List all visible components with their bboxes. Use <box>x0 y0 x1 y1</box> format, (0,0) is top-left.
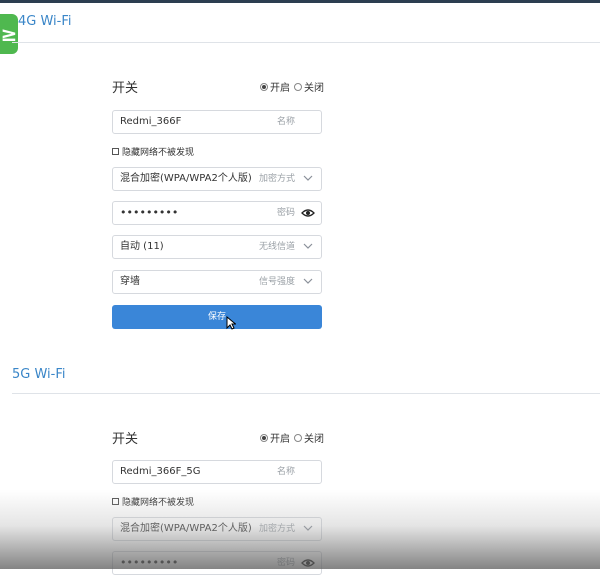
radio-on-label: 开启 <box>270 434 290 445</box>
switch-radio-group: 开启 关闭 <box>260 430 328 445</box>
ssid-placeholder: 名称 <box>276 117 295 127</box>
section-divider <box>12 42 600 43</box>
eye-icon[interactable] <box>301 208 315 218</box>
save-button[interactable]: 保存 <box>112 305 322 329</box>
chevron-down-icon <box>303 525 313 531</box>
password-placeholder: 密码 <box>276 558 295 568</box>
chevron-down-icon <box>303 175 313 181</box>
eye-icon[interactable] <box>301 558 315 568</box>
radio-on-label: 开启 <box>270 83 290 94</box>
switch-label: 开关 <box>112 432 139 447</box>
hide-network-row[interactable]: 隐藏网络不被发现 <box>112 495 194 508</box>
hide-network-checkbox[interactable] <box>112 148 119 155</box>
switch-radio-group: 开启 关闭 <box>260 79 328 94</box>
section-title-24g: 4G Wi-Fi <box>18 14 72 29</box>
password-field[interactable]: ••••••••• 密码 <box>112 551 322 575</box>
radio-off-label: 关闭 <box>304 434 324 445</box>
ssid-placeholder: 名称 <box>276 467 295 477</box>
signal-placeholder: 信号强度 <box>258 277 295 287</box>
encryption-value: 混合加密(WPA/WPA2个人版) <box>120 173 252 184</box>
hide-network-label: 隐藏网络不被发现 <box>122 498 195 508</box>
ssid-value: Redmi_366F <box>120 116 182 127</box>
encryption-select[interactable]: 混合加密(WPA/WPA2个人版) 加密方式 <box>112 517 322 541</box>
hide-network-row[interactable]: 隐藏网络不被发现 <box>112 145 194 158</box>
radio-off[interactable] <box>294 433 302 442</box>
password-value: ••••••••• <box>120 206 179 219</box>
encryption-select[interactable]: 混合加密(WPA/WPA2个人版) 加密方式 <box>112 167 322 191</box>
chevron-down-icon <box>303 278 313 284</box>
channel-select[interactable]: 自动 (11) 无线信道 <box>112 235 322 259</box>
hide-network-label: 隐藏网络不被发现 <box>122 148 195 158</box>
ssid-field[interactable]: Redmi_366F 名称 <box>112 110 322 134</box>
section-title-5g: 5G Wi-Fi <box>12 367 66 382</box>
ssid-field[interactable]: Redmi_366F_5G 名称 <box>112 460 322 484</box>
switch-label: 开关 <box>112 81 139 96</box>
app-badge-icon: ≥ <box>0 14 18 54</box>
top-bar <box>0 0 600 3</box>
signal-select[interactable]: 穿墙 信号强度 <box>112 270 322 294</box>
hide-network-checkbox[interactable] <box>112 498 119 505</box>
radio-on[interactable] <box>260 82 268 91</box>
encryption-value: 混合加密(WPA/WPA2个人版) <box>120 523 252 534</box>
radio-on[interactable] <box>260 433 268 442</box>
encryption-placeholder: 加密方式 <box>258 174 295 184</box>
password-field[interactable]: ••••••••• 密码 <box>112 201 322 225</box>
ssid-value: Redmi_366F_5G <box>120 466 201 477</box>
signal-value: 穿墙 <box>120 276 140 287</box>
section-divider <box>12 393 600 394</box>
password-placeholder: 密码 <box>276 208 295 218</box>
encryption-placeholder: 加密方式 <box>258 524 295 534</box>
radio-off-label: 关闭 <box>304 83 324 94</box>
password-value: ••••••••• <box>120 556 179 569</box>
mouse-cursor-icon <box>226 316 236 330</box>
radio-off[interactable] <box>294 82 302 91</box>
channel-value: 自动 (11) <box>120 241 164 252</box>
chevron-down-icon <box>303 243 313 249</box>
channel-placeholder: 无线信道 <box>258 242 295 252</box>
